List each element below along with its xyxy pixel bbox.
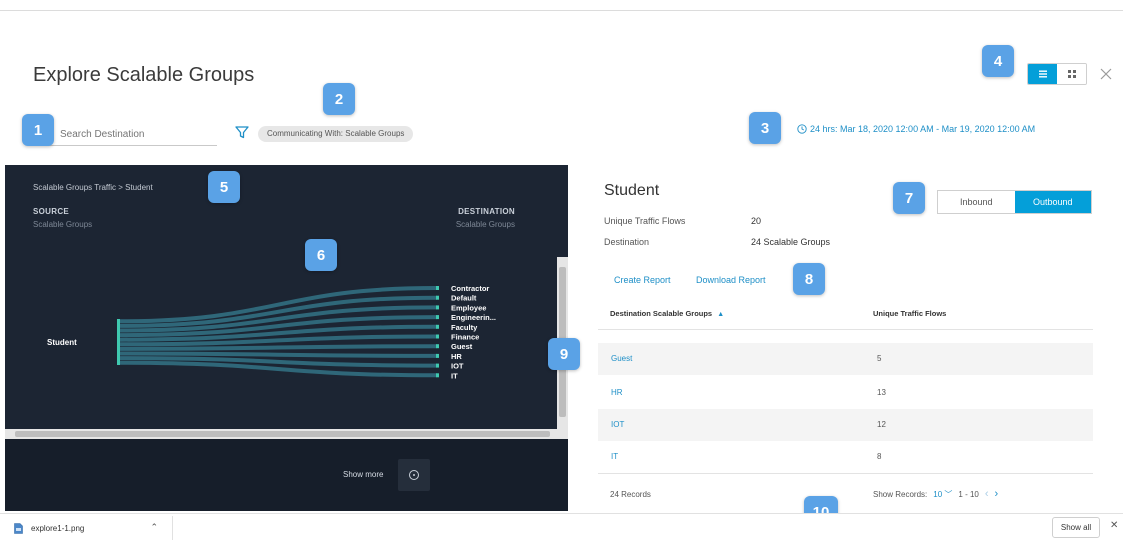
column-header-destination[interactable]: Destination Scalable Groups ▲	[610, 309, 724, 318]
sankey-destination-label[interactable]: Default	[451, 294, 477, 303]
create-report-link[interactable]: Create Report	[614, 275, 671, 285]
sankey-destination-node[interactable]	[436, 324, 439, 329]
records-count: 24 Records	[610, 490, 651, 499]
sankey-destination-label[interactable]: Faculty	[451, 323, 478, 332]
sankey-destination-label[interactable]: IOT	[451, 362, 464, 371]
next-page-icon[interactable]: ›	[995, 488, 999, 500]
time-range-selector[interactable]: 24 hrs: Mar 18, 2020 12:00 AM - Mar 19, …	[797, 124, 1035, 134]
inbound-button[interactable]: Inbound	[938, 191, 1015, 213]
row-flows-value: 5	[877, 354, 882, 363]
row-flows-value: 8	[877, 452, 882, 461]
file-icon	[14, 522, 23, 534]
row-group-link[interactable]: IT	[611, 452, 618, 461]
callout-badge: 3	[749, 112, 781, 144]
sankey-destination-label[interactable]: HR	[451, 352, 462, 361]
sort-ascending-icon[interactable]: ▲	[717, 311, 724, 318]
sankey-destination-node[interactable]	[436, 334, 439, 339]
table-row: IOT 12	[598, 409, 1093, 441]
top-divider	[0, 10, 1123, 11]
callout-badge: 1	[22, 114, 54, 146]
download-report-link[interactable]: Download Report	[696, 275, 766, 285]
detail-title: Student	[604, 182, 660, 199]
clock-icon	[797, 124, 807, 134]
prev-page-icon[interactable]: ‹	[985, 488, 989, 500]
chevron-down-icon: ﹀	[944, 489, 953, 499]
sankey-destination-label[interactable]: Engineerin...	[451, 313, 496, 322]
show-all-button[interactable]: Show all	[1052, 517, 1100, 538]
callout-badge: 4	[982, 45, 1014, 77]
column-header-flows[interactable]: Unique Traffic Flows	[873, 309, 946, 318]
sankey-destination-node[interactable]	[436, 315, 439, 320]
table-row: Guest 5	[598, 343, 1093, 375]
sankey-flow[interactable]	[118, 351, 438, 358]
sankey-destination-node[interactable]	[436, 353, 439, 358]
list-view-button[interactable]	[1028, 64, 1057, 84]
sankey-source-label[interactable]: Student	[47, 338, 77, 347]
unique-flows-label: Unique Traffic Flows	[604, 216, 686, 226]
sankey-destination-node[interactable]	[436, 344, 439, 349]
callout-badge: 8	[793, 263, 825, 295]
sankey-destination-label[interactable]: Contractor	[451, 284, 489, 293]
callout-badge: 7	[893, 182, 925, 214]
show-records-label: Show Records:	[873, 489, 928, 499]
search-field[interactable]	[30, 124, 217, 146]
sankey-destination-label[interactable]: IT	[451, 371, 458, 380]
grid-icon	[1067, 70, 1076, 78]
sankey-area: Scalable Groups Traffic > Student SOURCE…	[5, 165, 557, 429]
sankey-destination-node[interactable]	[436, 373, 439, 378]
destination-label: Destination	[604, 237, 650, 247]
row-flows-value: 12	[877, 420, 886, 429]
sankey-destination-node[interactable]	[436, 286, 439, 290]
sankey-destination-label[interactable]: Finance	[451, 333, 479, 342]
table-header: Destination Scalable Groups ▲ Unique Tra…	[598, 300, 1093, 330]
explore-scalable-groups-screen: Explore Scalable Groups Communicating Wi…	[0, 0, 1123, 541]
search-input[interactable]	[30, 124, 217, 145]
table-row: HR 13	[598, 377, 1093, 409]
sankey-footer: Show more	[5, 439, 568, 511]
time-range-label: 24 hrs: Mar 18, 2020 12:00 AM - Mar 19, …	[810, 124, 1036, 134]
show-more-button[interactable]	[398, 459, 430, 491]
pagination: Show Records: 10 ﹀ 1 - 10 ‹ ›	[873, 488, 998, 500]
row-group-link[interactable]: IOT	[611, 420, 624, 429]
sankey-destination-label[interactable]: Employee	[451, 303, 486, 312]
sankey-panel: Scalable Groups Traffic > Student SOURCE…	[5, 165, 568, 511]
outbound-button[interactable]: Outbound	[1014, 191, 1091, 213]
table-row: IT 8	[598, 441, 1093, 473]
grid-view-button[interactable]	[1057, 64, 1086, 84]
callout-badge: 9	[548, 338, 580, 370]
sankey-destination-node[interactable]	[436, 295, 439, 300]
chevron-up-icon[interactable]: ⌃	[150, 522, 158, 533]
show-records-select[interactable]: 10 ﹀	[933, 489, 952, 500]
close-icon[interactable]: ✕	[1110, 520, 1118, 531]
sankey-destination-label[interactable]: Guest	[451, 342, 473, 351]
download-file-name: explore1-1.png	[31, 523, 85, 533]
callout-badge: 5	[208, 171, 240, 203]
table-divider	[598, 473, 1093, 474]
show-more-label[interactable]: Show more	[343, 470, 383, 479]
page-title: Explore Scalable Groups	[33, 64, 255, 86]
sankey-destination-node[interactable]	[436, 363, 439, 368]
sankey-destination-node[interactable]	[436, 305, 439, 310]
filter-icon[interactable]	[234, 124, 250, 140]
horizontal-scrollbar[interactable]	[5, 429, 568, 439]
destination-value: 24 Scalable Groups	[751, 237, 831, 247]
download-bar: explore1-1.png ⌃ Show all ✕	[0, 513, 1123, 541]
unique-flows-value: 20	[751, 216, 762, 226]
direction-toggle: Inbound Outbound	[937, 190, 1092, 214]
callout-badge: 2	[323, 83, 355, 115]
row-flows-value: 13	[877, 388, 886, 397]
row-group-link[interactable]: Guest	[611, 354, 632, 363]
expand-icon	[409, 470, 419, 480]
download-item[interactable]: explore1-1.png ⌃	[6, 516, 173, 540]
sankey-flow[interactable]	[118, 344, 438, 351]
sankey-source-node[interactable]	[117, 319, 120, 365]
list-icon	[1038, 70, 1047, 78]
callout-badge: 6	[305, 239, 337, 271]
row-group-link[interactable]: HR	[611, 388, 623, 397]
sankey-diagram: ContractorDefaultEmployeeEngineerin...Fa…	[47, 284, 496, 380]
filter-chip[interactable]: Communicating With: Scalable Groups	[258, 126, 414, 142]
close-icon[interactable]	[1098, 66, 1114, 82]
view-toggle	[1027, 63, 1087, 85]
page-range: 1 - 10	[958, 489, 979, 499]
